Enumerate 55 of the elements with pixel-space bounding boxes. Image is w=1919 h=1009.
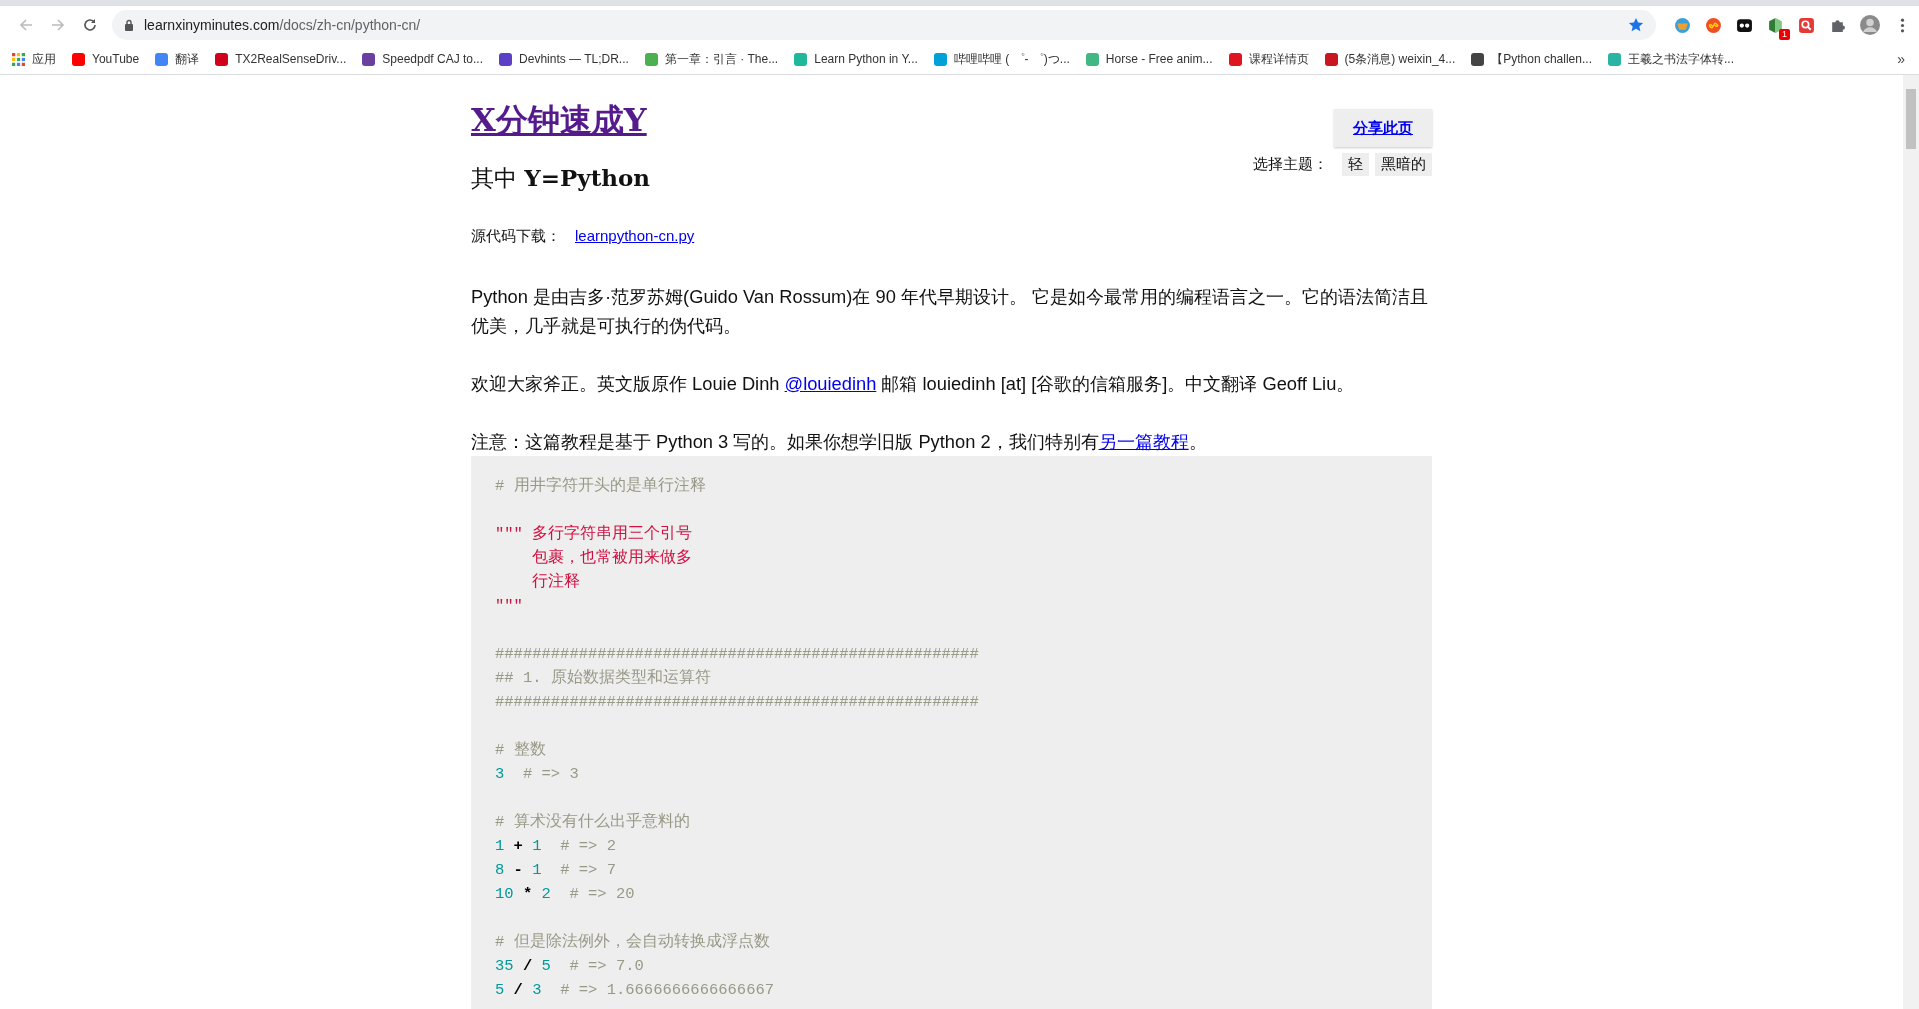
bookmark-item[interactable]: Horse - Free anim... <box>1085 50 1213 68</box>
bookmark-item[interactable]: TX2RealSenseDriv... <box>215 50 347 68</box>
bookmark-item[interactable]: 应用 <box>12 50 56 68</box>
share-button[interactable]: 分享此页 <box>1334 109 1432 147</box>
code-line: # 整数 <box>495 740 546 761</box>
bookmark-item[interactable]: 翻译 <box>155 50 200 68</box>
lock-icon <box>124 19 134 31</box>
notification-badge: 1 <box>1779 28 1790 40</box>
paragraph: 欢迎大家斧正。英文版原作 Louie Dinh @louiedinh 邮箱 louiedinh [at] [谷歌的信箱服务]。中文翻译 Geoff Liu。 <box>471 372 1356 396</box>
theme-label: 选择主题： <box>1253 155 1328 174</box>
code-line: # 用井字符开头的是单行注释 <box>495 475 706 497</box>
theme-button[interactable]: 黑暗的 <box>1375 153 1432 176</box>
code-line: """ <box>495 596 523 617</box>
scrollbar-thumb[interactable] <box>1906 89 1916 149</box>
code-line: 10 * 2 # => 20 <box>495 884 635 905</box>
bookmark-item[interactable]: (5条消息) weixin_4... <box>1324 50 1456 68</box>
code-line: """ 多行字符串用三个引号 <box>495 523 693 545</box>
scrollbar[interactable] <box>1903 75 1919 1009</box>
bookmark-item[interactable]: 课程详情页 <box>1228 50 1309 68</box>
profile-avatar-icon[interactable] <box>1860 15 1880 35</box>
theme-button[interactable]: 轻 <box>1342 153 1369 176</box>
bookmark-item[interactable]: Devhints — TL;DR... <box>499 50 629 68</box>
extension-icon[interactable] <box>1736 16 1753 34</box>
bookmark-star-icon[interactable] <box>1628 17 1644 33</box>
apps-grid-icon <box>12 52 25 66</box>
bookmark-item[interactable]: 王羲之书法字体转... <box>1608 50 1734 68</box>
more-bookmarks-button[interactable]: » <box>1893 51 1909 67</box>
code-line: # 算术没有什么出乎意料的 <box>495 812 690 833</box>
text-link[interactable]: @louiedinh <box>784 373 877 394</box>
text-link[interactable]: 另一篇教程 <box>1098 431 1189 452</box>
code-line: #################################################### <box>495 692 979 713</box>
code-line: 3 # => 3 <box>495 764 579 785</box>
code-line: 8 - 1 # => 7 <box>495 860 616 881</box>
download-link[interactable]: learnpython-cn.py <box>575 227 695 246</box>
site-title-link[interactable]: X分钟速成Y <box>471 96 647 144</box>
code-line: #################################################### <box>495 644 979 665</box>
code-line: 1 + 1 # => 2 <box>495 836 616 857</box>
code-line: 行注释 <box>531 571 581 593</box>
bookmark-item[interactable]: YouTube <box>72 50 140 68</box>
page-heading: 其中 Y=Python <box>471 163 651 193</box>
code-line: ## 1. 原始数据类型和运算符 <box>495 668 711 689</box>
code-line: 35 / 5 # => 7.0 <box>495 956 644 977</box>
paragraph: 注意：这篇教程是基于 Python 3 写的。如果你想学旧版 Python 2，我们特别有另一篇教程。 <box>471 430 1208 454</box>
bookmark-item[interactable]: 第一章：引言 · The... <box>644 50 779 68</box>
code-line: 5 / 3 # => 1.6666666666666667 <box>495 980 775 1001</box>
bookmark-item[interactable]: 哔哩哔哩 ( ゜- ゜)つ... <box>933 50 1070 68</box>
address-bar[interactable]: learnxinyminutes.com/docs/zh-cn/python-cn/ <box>112 10 1656 40</box>
bookmark-item[interactable]: Learn Python in Y... <box>794 50 918 68</box>
bookmark-item[interactable]: Speedpdf CAJ to... <box>362 50 484 68</box>
code-line: # 但是除法例外，会自动转换成浮点数 <box>495 931 770 953</box>
source-label: 源代码下载： <box>471 227 561 246</box>
url-text: learnxinyminutes.com/docs/zh-cn/python-cn/ <box>144 17 422 33</box>
bookmark-item[interactable]: 【Python challen... <box>1471 50 1592 68</box>
paragraph: Python 是由吉多·范罗苏姆(Guido Van Rossum)在 90 年代早期设计。 它是如今最常用的编程语言之一。它的语法简洁且优美，几乎就是可执行的伪代码。 <box>471 285 1429 338</box>
code-line: 包裹，也常被用来做多 <box>531 547 693 569</box>
